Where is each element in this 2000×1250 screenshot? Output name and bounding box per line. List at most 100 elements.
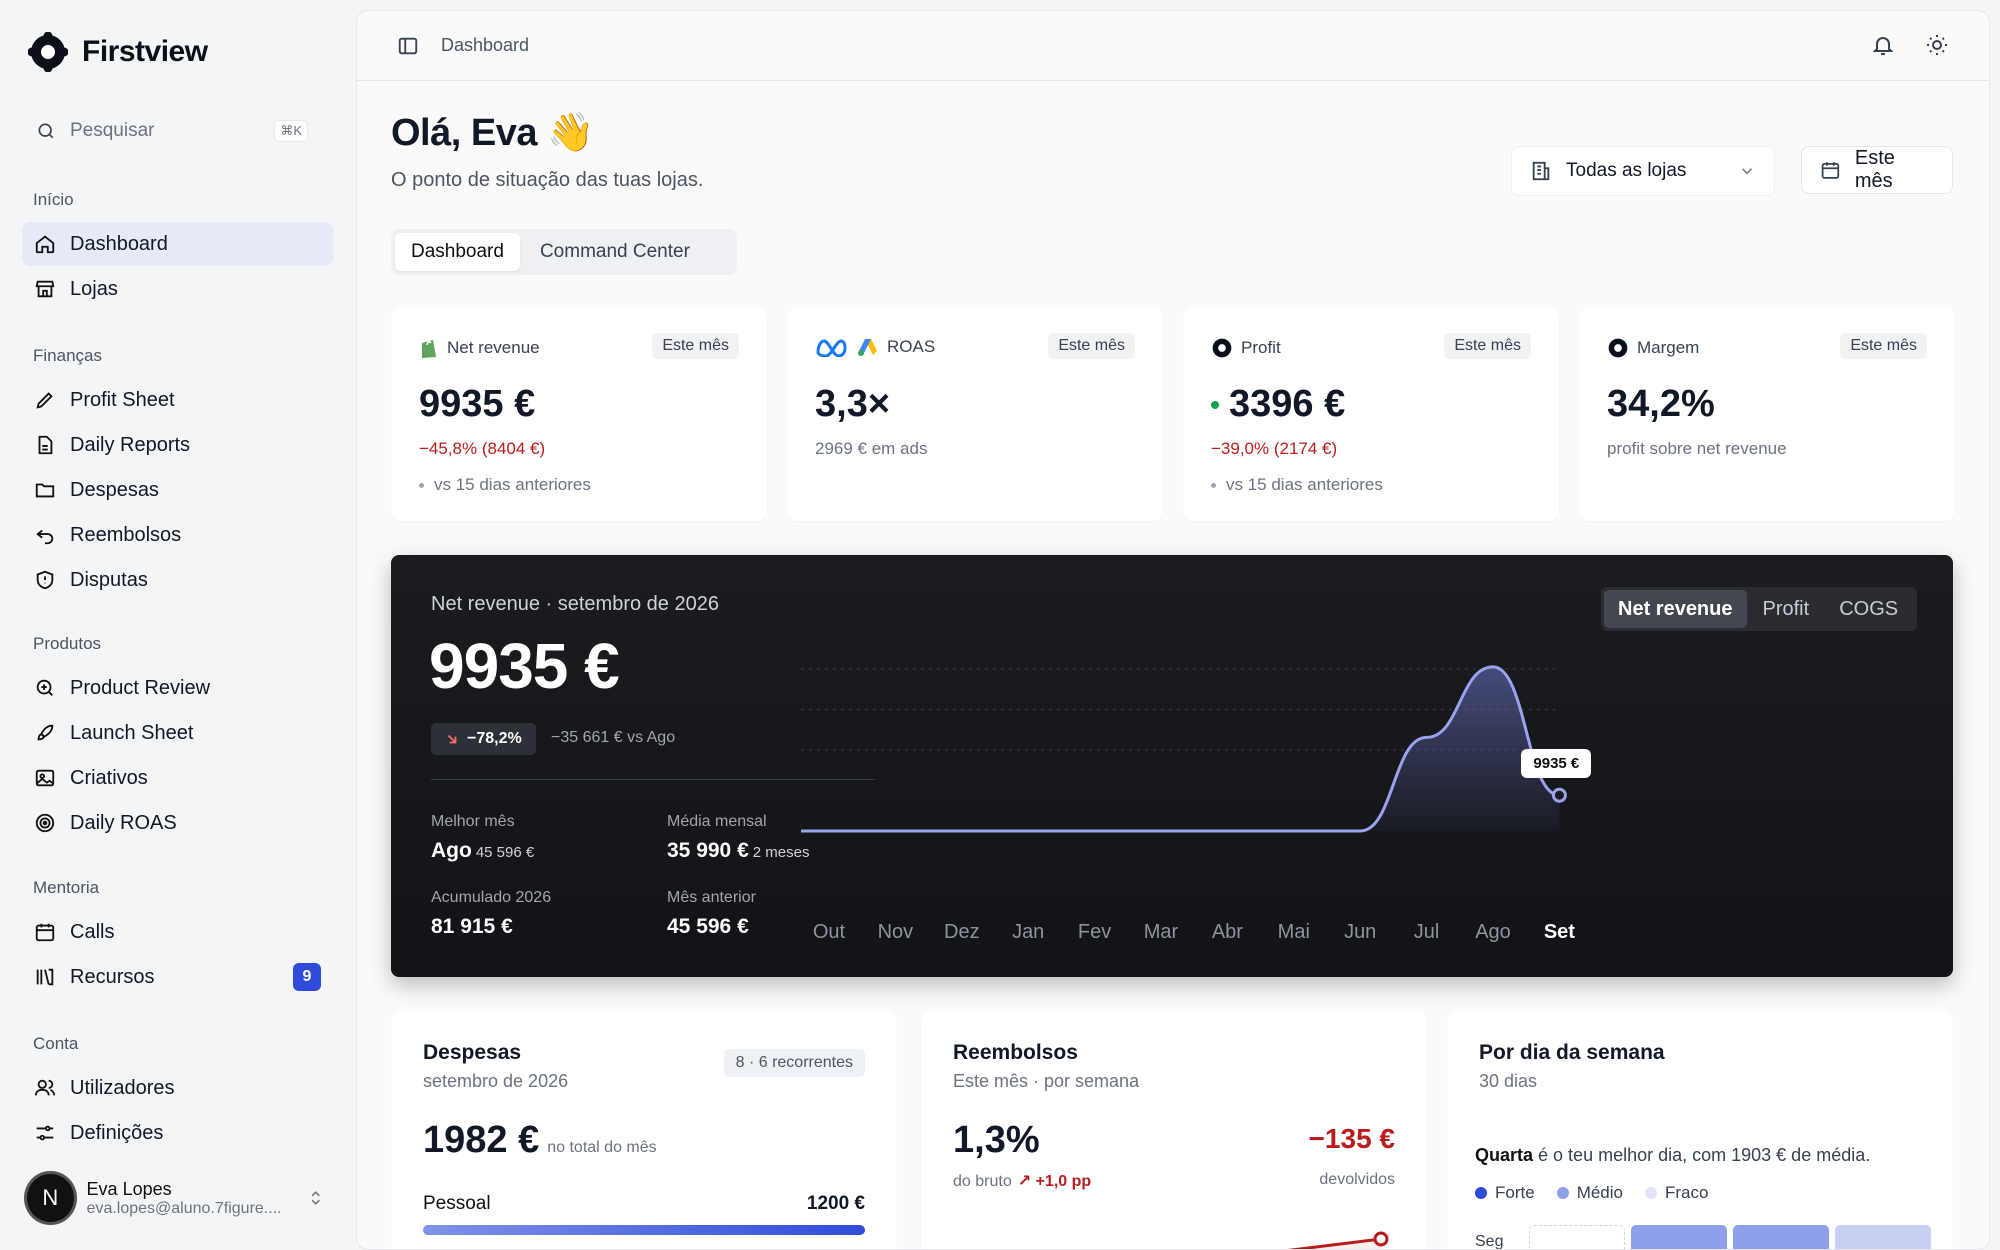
tab-dashboard[interactable]: Dashboard xyxy=(395,233,520,271)
legend-swatch xyxy=(1645,1187,1657,1199)
sidebar-item-dashboard[interactable]: Dashboard xyxy=(22,222,333,266)
breadcrumb[interactable]: Dashboard xyxy=(441,35,529,56)
sidebar-item-disputas[interactable]: Disputas xyxy=(22,558,333,602)
sliders-icon xyxy=(36,1125,54,1141)
kpi-value: 3,3× xyxy=(815,383,890,426)
kpi-value: 9935 € xyxy=(419,383,535,426)
section-title-produtos: Produtos xyxy=(33,634,102,653)
kpi-card-margem[interactable]: Margem Este mês 34,2% profit sobre net r… xyxy=(1579,307,1955,521)
file-icon xyxy=(38,435,53,455)
legend-label: Médio xyxy=(1576,1183,1623,1202)
sidebar-item-daily-reports[interactable]: Daily Reports xyxy=(22,423,333,467)
chart-point-current[interactable] xyxy=(1551,787,1567,803)
section-title-mentoria: Mentoria xyxy=(33,878,100,897)
sidebar-item-label: Profit Sheet xyxy=(70,388,175,411)
brand[interactable]: Firstview xyxy=(28,32,208,72)
status-dot xyxy=(1211,400,1219,409)
home-icon xyxy=(35,235,55,254)
sidebar-item-label: Utilizadores xyxy=(70,1076,175,1099)
legend-label: Forte xyxy=(1495,1183,1535,1202)
section-title-financas: Finanças xyxy=(33,346,102,365)
legend-item-fraco: Fraco xyxy=(1645,1183,1708,1203)
sidebar-item-daily-roas[interactable]: Daily ROAS xyxy=(22,801,333,845)
kpi-note-text: vs 15 dias anteriores xyxy=(434,475,591,494)
user-menu[interactable]: N Eva Lopes eva.lopes@aluno.7figure.... xyxy=(24,1170,324,1226)
rocket-icon xyxy=(37,724,54,741)
card-despesas[interactable]: Despesas setembro de 2026 8 · 6 recorren… xyxy=(391,1011,897,1249)
legend-swatch xyxy=(1475,1187,1487,1199)
chart-tooltip: 9935 € xyxy=(1521,749,1592,779)
page-subtitle: O ponto de situação das tuas lojas. xyxy=(391,169,704,191)
store-select-value: Todas as lojas xyxy=(1566,160,1687,181)
kpi-card-net-revenue[interactable]: Net revenue Este mês 9935 € −45,8% (8404… xyxy=(391,307,767,521)
x-tick-label: Nov xyxy=(878,921,914,943)
sidebar-item-lojas[interactable]: Lojas xyxy=(22,267,333,311)
meta-icon xyxy=(816,339,847,357)
sidebar-item-despesas[interactable]: Despesas xyxy=(22,468,333,512)
best-day: Quarta xyxy=(1475,1145,1534,1165)
calendar-icon xyxy=(1821,162,1840,179)
sidebar-item-launch-sheet[interactable]: Launch Sheet xyxy=(22,711,333,755)
kpi-value-text: 34,2% xyxy=(1607,383,1715,425)
shield-icon xyxy=(36,570,54,590)
sidebar-item-calls[interactable]: Calls xyxy=(22,910,333,954)
expenses-total-value: 1982 € xyxy=(423,1119,540,1161)
sidebar-item-profit-sheet[interactable]: Profit Sheet xyxy=(22,378,333,422)
kpi-card-roas[interactable]: ROAS Este mês 3,3× 2969 € em ads xyxy=(787,307,1163,521)
x-tick-label: Fev xyxy=(1078,921,1111,943)
bell-icon[interactable] xyxy=(1871,33,1895,57)
expense-category-value: 1200 € xyxy=(806,1193,865,1214)
sidebar-item-utilizadores[interactable]: Utilizadores xyxy=(22,1066,333,1110)
search-input[interactable]: Pesquisar ⌘K xyxy=(22,112,322,150)
sidebar-item-reembolsos[interactable]: Reembolsos xyxy=(22,513,333,557)
store-icon xyxy=(35,280,55,298)
folder-icon xyxy=(35,483,55,498)
period-button[interactable]: Este mês xyxy=(1801,146,1953,194)
sidebar-item-label: Definições xyxy=(70,1121,164,1144)
building-icon xyxy=(1532,161,1550,181)
kpi-value-text: 3,3× xyxy=(815,383,891,425)
legend-swatch xyxy=(1556,1187,1569,1199)
section-title-inicio: Início xyxy=(33,190,74,209)
users-icon xyxy=(34,1079,56,1096)
firstview-logo-icon xyxy=(28,32,68,72)
revenue-chart-panel: Net revenue · setembro de 2026 9935 € −7… xyxy=(391,555,1953,977)
sidebar-toggle-icon[interactable] xyxy=(397,35,419,57)
kpi-head: Margem xyxy=(1607,337,1699,359)
card-title: Despesas xyxy=(423,1041,522,1064)
kpi-head: Profit xyxy=(1211,337,1281,359)
legend-item-forte: Forte xyxy=(1475,1183,1535,1203)
search-shortcut: ⌘K xyxy=(274,120,308,142)
kpi-delta: −39,0% (2174 €) xyxy=(1211,439,1338,458)
topbar-actions xyxy=(1871,33,1949,57)
card-weekday[interactable]: Por dia da semana 30 dias Quarta é o teu… xyxy=(1447,1011,1953,1249)
expenses-total: 1982 € no total do mês xyxy=(423,1119,657,1162)
sidebar-item-product-review[interactable]: Product Review xyxy=(22,666,333,710)
kpi-note-text: vs 15 dias anteriores xyxy=(1226,475,1383,494)
tab-command-center[interactable]: Command Center xyxy=(524,233,706,271)
bullet-dot xyxy=(419,482,424,488)
store-select[interactable]: Todas as lojas xyxy=(1511,146,1775,196)
kpi-value-text: 9935 € xyxy=(419,383,536,425)
topbar: Dashboard xyxy=(357,11,1989,81)
sidebar-item-label: Daily ROAS xyxy=(70,811,177,834)
sidebar-item-label: Launch Sheet xyxy=(70,721,194,744)
kpi-label: Margem xyxy=(1637,338,1700,357)
firstview-logo-icon xyxy=(1608,338,1628,358)
expense-category-bar xyxy=(423,1225,865,1235)
kpi-head: Net revenue xyxy=(419,337,540,359)
target-icon xyxy=(35,813,55,833)
sidebar-item-definicoes[interactable]: Definições xyxy=(22,1111,333,1155)
kpi-period-tag: Este mês xyxy=(1840,333,1927,359)
sidebar-item-recursos[interactable]: Recursos 9 xyxy=(22,955,333,999)
kpi-value-text: 3396 € xyxy=(1229,383,1346,425)
kpi-card-profit[interactable]: Profit Este mês 3396 € −39,0% (2174 €) v… xyxy=(1183,307,1559,521)
sidebar-item-criativos[interactable]: Criativos xyxy=(22,756,333,800)
weekday-cell xyxy=(1733,1225,1829,1249)
card-reembolsos[interactable]: Reembolsos Este mês · por semana 1,3% do… xyxy=(921,1011,1427,1249)
sun-icon[interactable] xyxy=(1925,33,1949,57)
weekday-legend: Forte Médio Fraco xyxy=(1475,1183,1708,1203)
page-title: Olá, Eva 👋 xyxy=(391,112,594,154)
sidebar-item-label: Criativos xyxy=(70,766,148,789)
legend-label: Fraco xyxy=(1665,1183,1709,1202)
